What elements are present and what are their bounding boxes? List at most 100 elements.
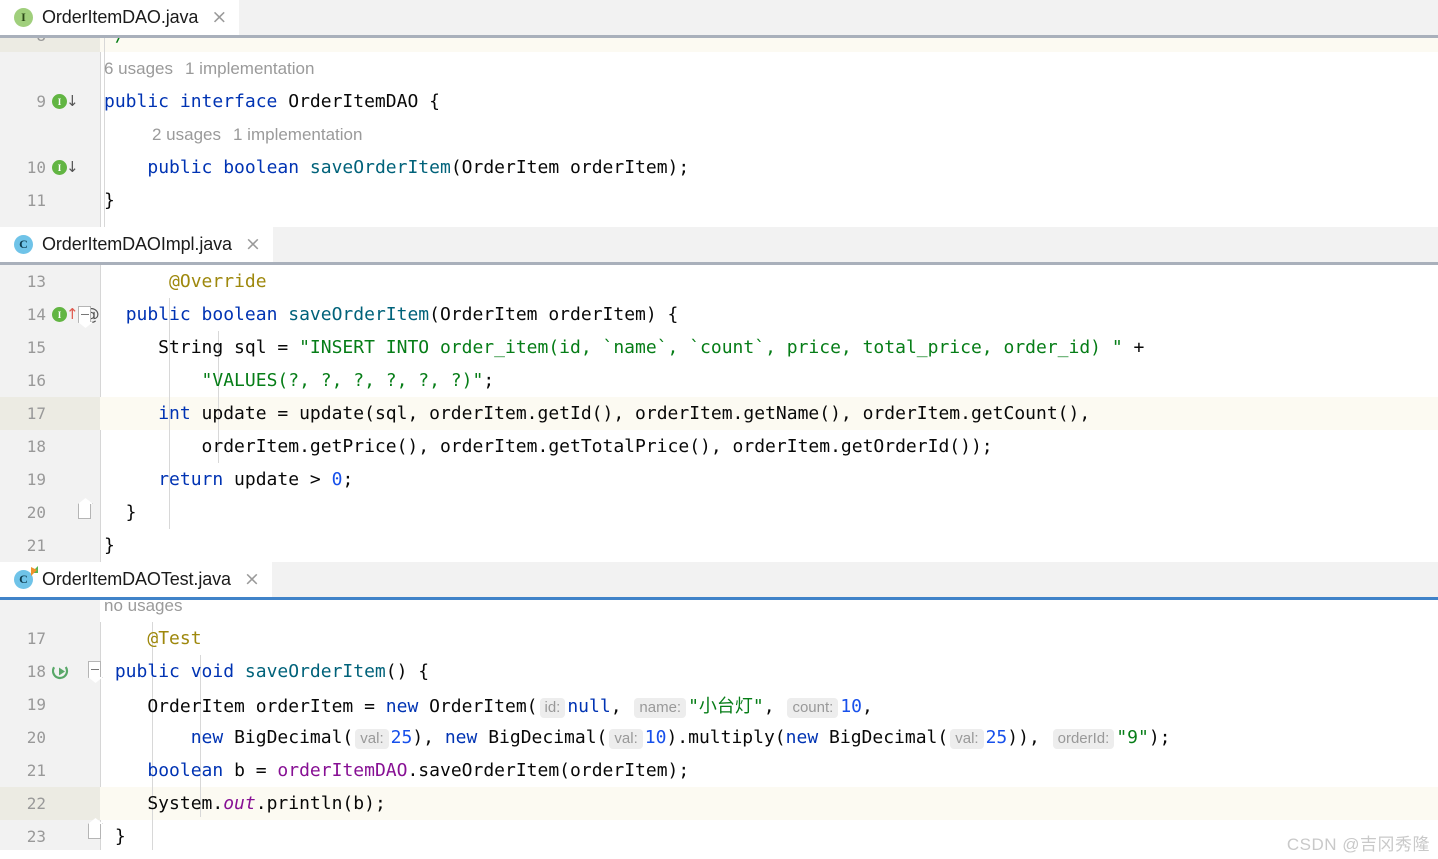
code-row-t21[interactable]: 21 boolean b = orderItemDAO.saveOrderIte… [0, 754, 1438, 787]
tab-order-item-dao-impl[interactable]: C OrderItemDAOImpl.java × [0, 227, 273, 262]
code-line-t17: @Test [147, 628, 202, 649]
line-number-cell: 17 [0, 622, 100, 655]
arrow-down-icon[interactable]: ↓ [66, 160, 79, 175]
param-hint-val-2: val: [609, 729, 643, 749]
line-number-cell: 18 [0, 430, 100, 463]
line-number-cell: 20 [0, 721, 100, 754]
editor-pane-2[interactable]: 13 @Override 14 I ↑ @ public boolean sav… [0, 265, 1438, 562]
line-number: 18 [26, 437, 46, 456]
code-row-16[interactable]: 16 "VALUES(?, ?, ?, ?, ?, ?)"; [0, 364, 1438, 397]
code-row-15[interactable]: 15 String sql = "INSERT INTO order_item(… [0, 331, 1438, 364]
line-number-cell: 16 [0, 364, 100, 397]
run-test-icon[interactable] [52, 663, 69, 680]
code-line-21: } [104, 535, 115, 556]
arrow-up-icon[interactable]: ↑ [66, 307, 79, 322]
param-hint-id: id: [539, 697, 566, 718]
tab-order-item-dao-test[interactable]: C OrderItemDAOTest.java × [0, 562, 272, 597]
gutter-marks[interactable]: I ↓ [52, 160, 79, 175]
code-row-19[interactable]: 19 return update > 0; [0, 463, 1438, 496]
arrow-down-icon[interactable]: ↓ [66, 94, 79, 109]
code-line-t23: } [104, 826, 126, 847]
line-number: 16 [26, 371, 46, 390]
editor-tabbar-2: C OrderItemDAOImpl.java × [0, 227, 1438, 265]
code-line-9: public interface OrderItemDAO { [104, 91, 440, 112]
line-number: 8 [0, 38, 46, 45]
code-row-21[interactable]: 21 } [0, 529, 1438, 562]
code-row-9[interactable]: 9 I ↓ public interface OrderItemDAO { [0, 85, 1438, 118]
line-number-cell: 18 [0, 655, 101, 688]
implemented-by-icon[interactable]: I [52, 160, 67, 175]
test-class-file-icon: C [14, 567, 37, 589]
code-row-18[interactable]: 18 orderItem.getPrice(), orderItem.getTo… [0, 430, 1438, 463]
code-line-t21: boolean b = orderItemDAO.saveOrderItem(o… [147, 760, 690, 781]
gutter-marks[interactable]: I ↑ @ [52, 305, 100, 325]
line-number-cell: 23 [0, 820, 101, 850]
implementing-method-icon[interactable]: I [52, 307, 67, 322]
code-row-17[interactable]: 17 int update = update(sql, orderItem.ge… [0, 397, 1438, 430]
line-number-cell: 8 [0, 38, 100, 52]
line-number-cell [0, 600, 100, 622]
implementations-count[interactable]: 1 implementation [233, 125, 362, 144]
line-number: 19 [26, 470, 46, 489]
gutter-marks[interactable]: I ↓ [52, 94, 79, 109]
code-line-t18: public void saveOrderItem() { [114, 661, 430, 682]
usages-count[interactable]: no usages [100, 600, 182, 616]
inlay-usages-hint-method[interactable]: 2 usages 1 implementation [0, 118, 1438, 151]
gutter-marks[interactable] [52, 663, 69, 680]
close-icon[interactable]: × [244, 570, 260, 589]
editor-pane-1[interactable]: 8 */ 6 usages 1 implementation 9 I ↓ publ… [0, 38, 1438, 227]
tab-label: OrderItemDAOImpl.java [42, 234, 232, 254]
code-line-14: public boolean saveOrderItem(OrderItem o… [125, 304, 679, 325]
close-icon[interactable]: × [211, 8, 227, 27]
code-line-15: String sql = "INSERT INTO order_item(id,… [104, 337, 1145, 358]
csdn-watermark: CSDN @吉冈秀隆 [1286, 835, 1430, 854]
line-number: 23 [26, 827, 46, 846]
code-row-14[interactable]: 14 I ↑ @ public boolean saveOrderItem(Or… [0, 298, 1438, 331]
code-row-t20[interactable]: 20 new BigDecimal(val: 25), new BigDecima… [0, 721, 1438, 754]
code-line-19: return update > 0; [158, 469, 354, 490]
code-line-18: orderItem.getPrice(), orderItem.getTotal… [104, 436, 993, 457]
fold-end-marker[interactable] [78, 504, 91, 519]
editor-pane-3[interactable]: no usages 17 @Test 18 public void saveOr… [0, 600, 1438, 850]
usages-count[interactable]: 2 usages [152, 125, 221, 144]
usages-count[interactable]: 6 usages [104, 59, 173, 78]
tabbar-empty-space-2 [272, 227, 1438, 262]
code-row-20[interactable]: 20 } [0, 496, 1438, 529]
fold-marker[interactable] [78, 306, 91, 323]
code-row-t17[interactable]: 17 @Test [0, 622, 1438, 655]
code-row-t18[interactable]: 18 public void saveOrderItem() { [0, 655, 1438, 688]
partial-inlay-no-usages[interactable]: no usages [0, 600, 1438, 622]
implemented-by-icon[interactable]: I [52, 94, 67, 109]
tab-order-item-dao[interactable]: I OrderItemDAO.java × [0, 0, 240, 35]
code-line-13: @Override [169, 271, 267, 292]
interface-file-icon: I [14, 8, 33, 27]
close-icon[interactable]: × [245, 235, 261, 254]
code-line-10: public boolean saveOrderItem(OrderItem o… [147, 157, 690, 178]
line-number-cell: 19 [0, 463, 100, 496]
hint-text[interactable]: 6 usages 1 implementation [100, 59, 314, 79]
line-number: 19 [26, 695, 46, 714]
line-number-cell: 19 [0, 688, 100, 721]
implementations-count[interactable]: 1 implementation [185, 59, 314, 78]
partial-line-8: 8 */ [0, 38, 1438, 52]
inlay-usages-hint-interface[interactable]: 6 usages 1 implementation [0, 52, 1438, 85]
code-row-10[interactable]: 10 I ↓ public boolean saveOrderItem(Orde… [0, 151, 1438, 184]
line-number: 14 [26, 305, 46, 324]
code-row-t22[interactable]: 22 System.out.println(b); [0, 787, 1438, 820]
line-number: 17 [26, 404, 46, 423]
line-number-cell: 17 [0, 397, 100, 430]
hint-text[interactable]: 2 usages 1 implementation [100, 125, 362, 145]
code-row-t23[interactable]: 23 } [0, 820, 1438, 850]
code-row-13[interactable]: 13 @Override [0, 265, 1438, 298]
code-line-17: int update = update(sql, orderItem.getId… [158, 403, 1091, 424]
editor-tabbar-1: I OrderItemDAO.java × [0, 0, 1438, 38]
code-row-11[interactable]: 11 } [0, 184, 1438, 217]
code-line-20: } [104, 502, 137, 523]
line-number-cell: 21 [0, 529, 100, 562]
code-line-8: */ [100, 38, 126, 46]
line-number-cell: 20 [0, 496, 100, 529]
class-file-icon: C [14, 235, 33, 254]
code-row-t19[interactable]: 19 OrderItem orderItem = new OrderItem(i… [0, 688, 1438, 721]
param-hint-orderid: orderId: [1052, 729, 1115, 749]
line-number: 18 [26, 662, 46, 681]
